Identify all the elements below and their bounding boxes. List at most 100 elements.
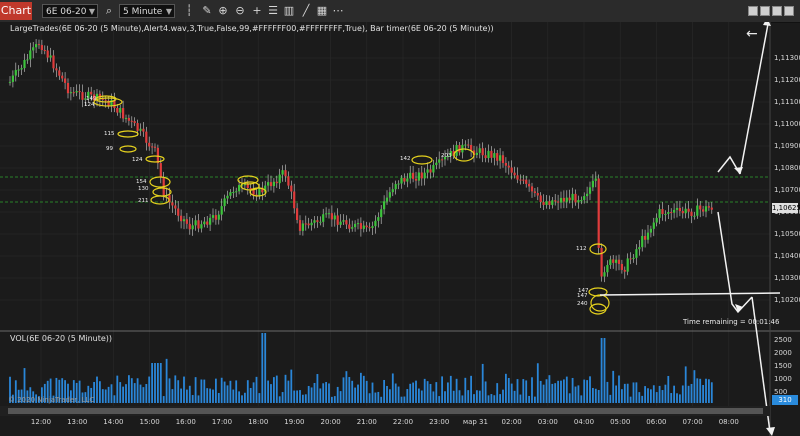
candle-body xyxy=(594,178,597,181)
candle-body xyxy=(519,179,522,181)
candle-body xyxy=(142,128,145,132)
volume-bar xyxy=(441,376,443,403)
candle-body xyxy=(232,191,235,193)
volume-bar xyxy=(354,387,356,403)
candle-body xyxy=(101,98,104,100)
chevron-down-icon: ▼ xyxy=(165,7,172,16)
window-button-1[interactable] xyxy=(748,6,758,16)
candle-body xyxy=(148,142,151,147)
chart-canvas[interactable] xyxy=(0,22,800,436)
trade-size-label: 154 xyxy=(136,179,147,185)
calendar-icon[interactable]: ▦ xyxy=(314,3,330,19)
zoom-out-icon[interactable]: ⊖ xyxy=(232,3,248,19)
time-tick-label: 12:00 xyxy=(30,418,52,426)
volume-bar xyxy=(650,389,652,403)
volume-bar xyxy=(710,382,713,403)
volume-bar xyxy=(702,385,704,403)
candle-body xyxy=(649,228,652,233)
volume-bar xyxy=(284,374,287,403)
interval-selector[interactable]: 5 Minute ▼ xyxy=(119,4,175,18)
volume-bar xyxy=(104,389,107,403)
scrollbar-thumb[interactable] xyxy=(8,408,763,414)
instrument-selector[interactable]: 6E 06-20 ▼ xyxy=(42,4,98,18)
candle-body xyxy=(620,263,623,270)
volume-bar xyxy=(429,383,432,403)
volume-bar xyxy=(148,376,151,403)
candle-body xyxy=(139,128,142,131)
volume-bar xyxy=(409,383,412,403)
volume-bar xyxy=(499,394,501,403)
volume-bar xyxy=(696,378,699,403)
volume-bar xyxy=(281,392,284,403)
volume-bar xyxy=(612,370,615,403)
candle-body xyxy=(426,169,429,173)
candle-body xyxy=(55,68,58,71)
volume-bar xyxy=(223,381,226,403)
candle-body xyxy=(641,235,644,248)
volume-bar xyxy=(629,396,632,403)
pencil-icon[interactable]: ✎ xyxy=(199,3,215,19)
dots-icon[interactable]: ⋯ xyxy=(330,3,346,19)
zoom-in-icon[interactable]: ⊕ xyxy=(215,3,231,19)
volume-bar xyxy=(339,391,342,403)
volume-bar xyxy=(493,395,496,403)
candle-body xyxy=(177,208,180,216)
candle-body xyxy=(667,212,670,214)
candle-body xyxy=(26,59,29,61)
candle-body xyxy=(493,153,496,158)
candle-body xyxy=(580,199,583,201)
chart-style-icon[interactable]: ▥ xyxy=(281,3,297,19)
candle-body xyxy=(194,220,197,226)
candle-body xyxy=(75,91,78,93)
chart-tab[interactable]: Chart xyxy=(0,2,32,20)
back-arrow-icon[interactable]: ← xyxy=(746,26,758,42)
volume-bar xyxy=(168,378,171,403)
volume-bar xyxy=(151,363,153,403)
properties-icon[interactable]: ☰ xyxy=(265,3,281,19)
candle-body xyxy=(313,220,316,223)
candle-body xyxy=(351,227,354,229)
volume-bar xyxy=(162,396,165,403)
volume-bar xyxy=(209,388,211,403)
trade-size-label: 115 xyxy=(104,131,115,137)
candle-body xyxy=(8,81,12,83)
candle-body xyxy=(377,217,380,221)
window-button-2[interactable] xyxy=(760,6,770,16)
candle-body xyxy=(72,92,75,94)
volume-bar xyxy=(510,383,513,403)
volume-bar xyxy=(267,380,269,403)
minimize-button[interactable] xyxy=(772,6,782,16)
volume-bar xyxy=(333,396,336,403)
volume-bar xyxy=(621,389,623,403)
candle-body xyxy=(307,223,310,226)
volume-bar xyxy=(449,375,452,403)
time-tick-label: 23:00 xyxy=(429,418,450,426)
candle-body xyxy=(383,201,386,210)
volume-bar xyxy=(484,381,487,403)
candle-body xyxy=(603,272,606,277)
volume-bar xyxy=(302,394,304,403)
candle-body xyxy=(174,205,177,209)
volume-bar xyxy=(96,376,98,403)
candle-body xyxy=(704,206,708,212)
candle-body xyxy=(484,155,487,159)
candle-body xyxy=(530,186,534,192)
volume-bar xyxy=(690,383,693,403)
crosshair-icon[interactable]: + xyxy=(249,3,265,19)
search-icon[interactable]: ⌕ xyxy=(101,3,117,19)
volume-bar xyxy=(664,384,667,403)
candle-body xyxy=(66,82,70,94)
candle-body xyxy=(133,121,136,124)
candle-body xyxy=(565,197,568,202)
draw-icon[interactable]: ╱ xyxy=(298,3,314,19)
close-button[interactable] xyxy=(784,6,794,16)
volume-bar xyxy=(563,379,565,403)
volume-bar xyxy=(101,389,104,403)
volume-bar xyxy=(603,338,606,403)
time-tick-label: мар 31 xyxy=(462,418,488,426)
candle-body xyxy=(412,172,415,179)
time-tick-label: 05:00 xyxy=(610,418,631,426)
bar-chart-icon[interactable]: ┆ xyxy=(181,3,197,19)
candle-body xyxy=(632,257,635,259)
time-tick-label: 20:00 xyxy=(320,418,341,426)
